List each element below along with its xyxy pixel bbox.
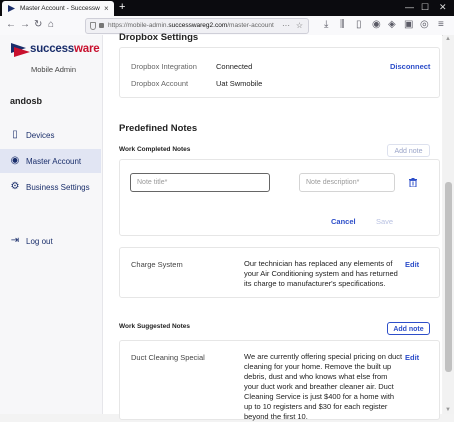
tab-title: Master Account - Successware (20, 5, 100, 12)
maximize-icon[interactable]: ☐ (421, 2, 429, 13)
app-subtitle: Mobile Admin (31, 65, 77, 74)
page-actions-icon[interactable]: ··· (282, 19, 290, 33)
back-icon[interactable]: ← (6, 19, 16, 31)
note-title: Duct Cleaning Special (131, 353, 205, 362)
tab-close-icon[interactable]: × (104, 4, 109, 13)
dropbox-integration-label: Dropbox Integration (131, 62, 197, 71)
trash-icon[interactable] (409, 178, 417, 187)
menu-icon[interactable]: ≡ (438, 19, 444, 31)
add-completed-note-button[interactable]: Add note (387, 144, 430, 157)
cancel-button[interactable]: Cancel (331, 217, 356, 226)
scrollbar-thumb[interactable] (445, 182, 452, 372)
extension-icon[interactable]: ◈ (388, 19, 396, 31)
new-note-form: Note title* Note description* Cancel Sav… (119, 159, 440, 236)
devices-icon: ▯ (12, 129, 18, 140)
library-icon[interactable]: ⫼ (340, 19, 345, 31)
user-circle-icon: ◉ (10, 155, 20, 166)
predefined-notes-title: Predefined Notes (119, 123, 198, 134)
page-scrollbar[interactable]: ▲ ▼ (443, 35, 454, 414)
logo-text: successware (30, 43, 100, 55)
sidebar: successware Mobile Admin andosb ▯ Device… (0, 35, 103, 414)
add-suggested-note-button[interactable]: Add note (387, 322, 430, 335)
sidebar-toggle-icon[interactable]: ▯ (356, 19, 362, 31)
sidebar-item-label: Devices (26, 130, 55, 140)
dropbox-card: Dropbox Integration Connected Disconnect… (119, 47, 440, 98)
url-text: https://mobile-admin.successwareg2.com/m… (108, 22, 274, 29)
home-icon[interactable]: ⌂ (48, 19, 54, 31)
dropbox-integration-value: Connected (216, 62, 253, 71)
completed-note-card: Charge System Our technician has replace… (119, 247, 440, 298)
browser-nav-bar: ← → ↻ ⌂ https://mobile-admin.successware… (0, 16, 454, 36)
note-text: We are currently offering special pricin… (244, 352, 403, 421)
extension-icon-2[interactable]: ▣ (404, 19, 413, 31)
reload-icon[interactable]: ↻ (34, 19, 42, 31)
browser-tab-bar: Master Account - Successware × + — ☐ ✕ (0, 0, 454, 16)
sidebar-item-master-account[interactable]: ◉ Master Account (0, 149, 101, 173)
sidebar-item-business-settings[interactable]: ⚙ Business Settings (0, 175, 101, 199)
forward-icon[interactable]: → (20, 19, 30, 31)
site-favicon-icon (8, 5, 15, 12)
username: andosb (10, 96, 43, 106)
edit-button[interactable]: Edit (405, 353, 419, 362)
dropbox-account-value: Uat Swmobile (216, 79, 263, 88)
edit-button[interactable]: Edit (405, 260, 419, 269)
sidebar-item-label: Master Account (26, 156, 82, 166)
note-text: Our technician has replaced any elements… (244, 259, 398, 288)
extension-icon-3[interactable]: ◎ (420, 19, 429, 31)
lock-icon (99, 23, 104, 28)
browser-tab[interactable]: Master Account - Successware × (2, 1, 114, 16)
scroll-down-icon[interactable]: ▼ (445, 407, 451, 413)
note-title-input[interactable]: Note title* (130, 173, 270, 192)
work-suggested-label: Work Suggested Notes (119, 323, 191, 330)
new-tab-button[interactable]: + (119, 1, 125, 14)
dropbox-settings-title: Dropbox Settings (119, 32, 199, 43)
scroll-up-icon[interactable]: ▲ (445, 36, 451, 42)
minimize-icon[interactable]: — (405, 2, 414, 12)
account-icon[interactable]: ◉ (372, 19, 381, 31)
logout-icon: ⇥ (10, 235, 20, 246)
note-title: Charge System (131, 260, 183, 269)
gear-icon: ⚙ (10, 181, 20, 192)
note-description-input[interactable]: Note description* (299, 173, 395, 192)
work-completed-label: Work Completed Notes (119, 146, 191, 153)
window-close-icon[interactable]: ✕ (439, 2, 447, 13)
main-content: Dropbox Settings Dropbox Integration Con… (103, 32, 442, 421)
save-button[interactable]: Save (376, 217, 393, 226)
bookmark-star-icon[interactable]: ☆ (296, 19, 303, 33)
sidebar-item-label: Business Settings (26, 182, 90, 192)
sidebar-item-label: Log out (26, 236, 53, 246)
dropbox-account-label: Dropbox Account (131, 79, 189, 88)
downloads-icon[interactable]: ⤓ (324, 19, 328, 31)
sidebar-item-logout[interactable]: ⇥ Log out (0, 229, 101, 253)
suggested-note-card: Duct Cleaning Special We are currently o… (119, 340, 440, 421)
disconnect-button[interactable]: Disconnect (390, 62, 430, 71)
shield-icon (90, 22, 96, 30)
sidebar-item-devices[interactable]: ▯ Devices (0, 123, 101, 147)
